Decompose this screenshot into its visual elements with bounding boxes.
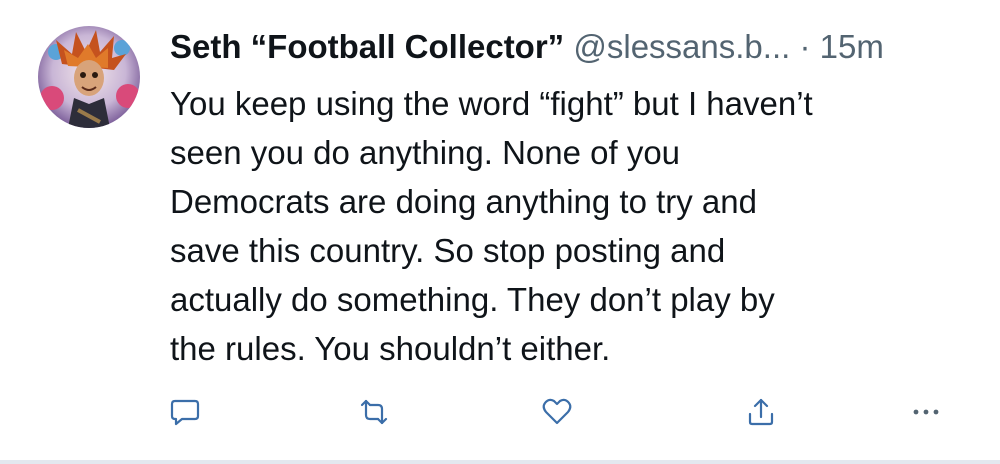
repost-icon	[360, 399, 388, 425]
share-icon	[748, 398, 774, 426]
repost-button[interactable]	[352, 390, 396, 434]
reply-button[interactable]	[163, 390, 207, 434]
more-icon	[913, 409, 939, 415]
more-button[interactable]	[904, 390, 948, 434]
share-button[interactable]	[739, 390, 783, 434]
heart-icon	[542, 398, 572, 425]
comment-icon	[170, 399, 200, 426]
action-bar	[0, 0, 1000, 464]
like-button[interactable]	[535, 390, 579, 434]
post-divider	[0, 460, 1000, 464]
post[interactable]: Seth “Football Collector” @slessans.b...…	[0, 0, 1000, 464]
